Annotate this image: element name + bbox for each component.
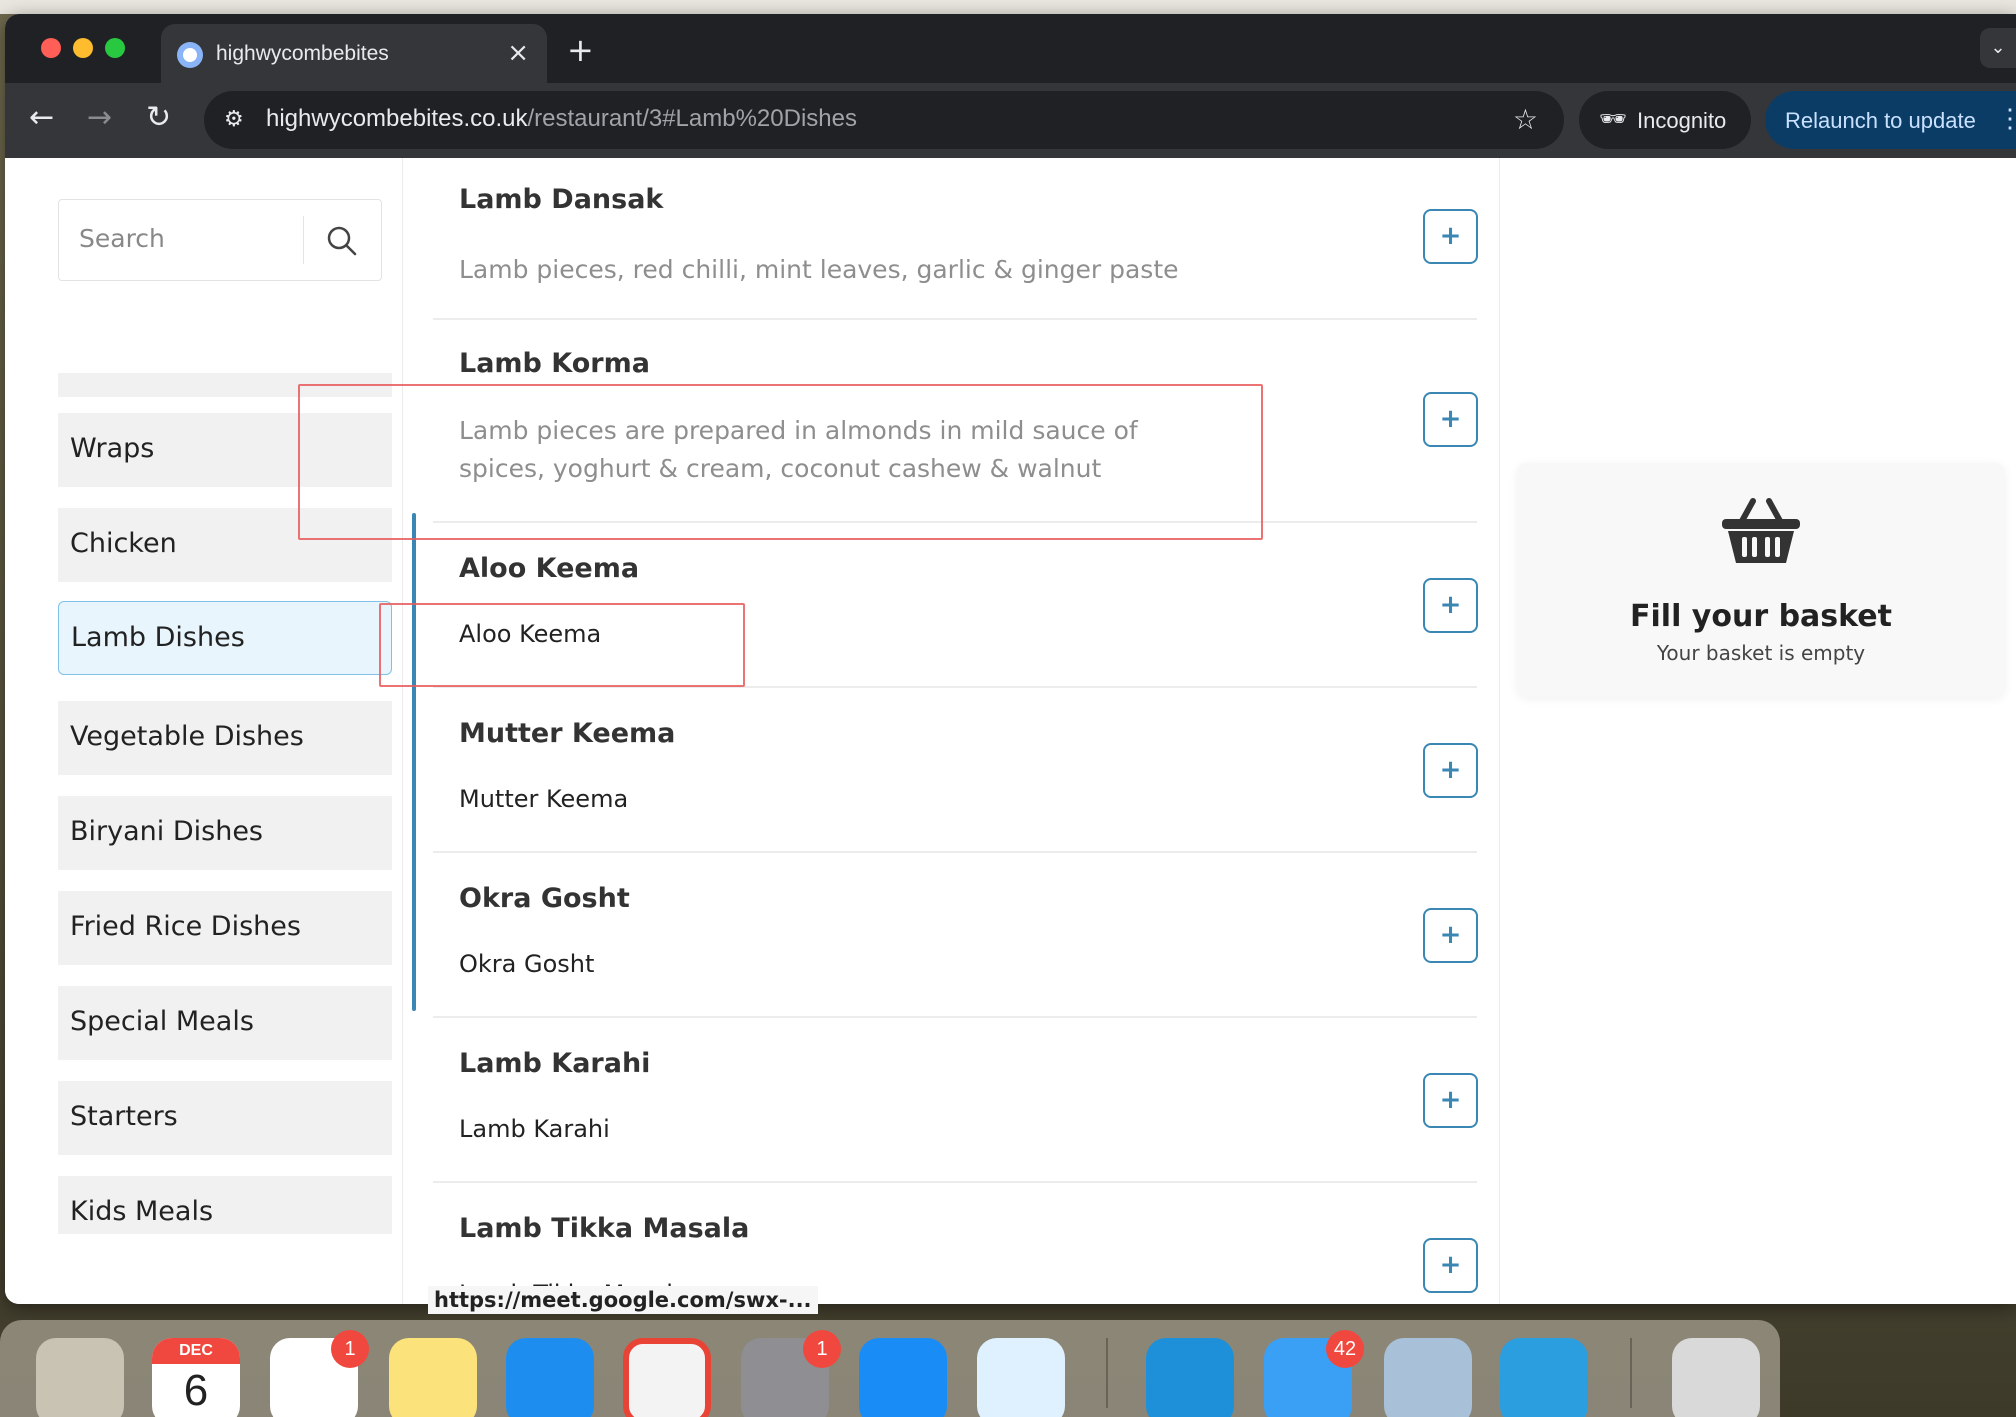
basket-title: Fill your basket <box>1630 599 1892 634</box>
calendar-day: 6 <box>183 1366 209 1415</box>
browser-window: highwycombebites × + ⌄ ← → ↻ ⚙ highwycom… <box>5 14 2016 1304</box>
category-scrollbar[interactable] <box>412 513 416 1011</box>
new-tab-button[interactable]: + <box>567 34 594 66</box>
category-item-biryani-dishes[interactable]: Biryani Dishes <box>58 796 392 870</box>
calendar-month: DEC <box>152 1338 240 1364</box>
preview-icon[interactable] <box>1384 1338 1472 1417</box>
basket-subtitle: Your basket is empty <box>1656 641 1866 665</box>
kebab-menu-icon[interactable]: ⋮ <box>1997 103 2016 134</box>
category-item-vegetable-dishes[interactable]: Vegetable Dishes <box>58 701 392 775</box>
url-text[interactable]: highwycombebites.co.uk/restaurant/3#Lamb… <box>266 105 857 133</box>
category-label: Special Meals <box>70 1006 254 1037</box>
relaunch-label: Relaunch to update <box>1785 108 1976 133</box>
add-to-basket-button[interactable]: + <box>1423 908 1478 963</box>
forward-arrow-icon[interactable]: → <box>87 103 112 133</box>
category-label: Wraps <box>70 433 155 464</box>
url-path: /restaurant/3#Lamb%20Dishes <box>527 105 857 132</box>
minimize-window-button[interactable] <box>73 38 93 58</box>
site-settings-icon[interactable]: ⚙ <box>224 107 244 132</box>
mail-badge: 42 <box>1326 1330 1364 1368</box>
edge-icon[interactable] <box>1500 1338 1588 1417</box>
tab-close-button[interactable]: × <box>507 38 529 68</box>
menu-item-description: Okra Gosht <box>459 950 595 978</box>
close-window-button[interactable] <box>41 38 61 58</box>
category-item-starters[interactable]: Starters <box>58 1081 392 1155</box>
add-to-basket-button[interactable]: + <box>1423 578 1478 633</box>
browser-toolbar: ← → ↻ ⚙ highwycombebites.co.uk/restauran… <box>5 83 2016 158</box>
category-item-fried-rice-dishes[interactable]: Fried Rice Dishes <box>58 891 392 965</box>
menu-item: Mutter Keema Mutter Keema + <box>433 688 1478 853</box>
relaunch-to-update-button[interactable]: Relaunch to update ⋮ <box>1765 91 2016 149</box>
category-label: Vegetable Dishes <box>70 721 304 752</box>
search-divider <box>303 216 304 264</box>
tab-bar: highwycombebites × + ⌄ <box>5 14 2016 83</box>
search-icon[interactable] <box>325 224 359 258</box>
category-label: Biryani Dishes <box>70 816 263 847</box>
add-to-basket-button[interactable]: + <box>1423 1238 1478 1293</box>
menu-item-name: Mutter Keema <box>459 718 676 749</box>
browser-tab[interactable]: highwycombebites × <box>161 24 547 83</box>
tab-title: highwycombebites <box>216 42 389 65</box>
url-host: highwycombebites.co.uk <box>266 105 528 132</box>
menu-item-name: Okra Gosht <box>459 883 630 914</box>
category-item-kids-meals[interactable]: Kids Meals <box>58 1176 392 1234</box>
safari-icon[interactable] <box>506 1338 594 1417</box>
search-box <box>58 199 382 281</box>
category-label: Chicken <box>70 528 177 559</box>
column-divider <box>1499 158 1500 1304</box>
incognito-indicator[interactable]: 🕶 Incognito <box>1579 91 1751 149</box>
site-favicon-icon <box>177 42 203 68</box>
calendar-icon[interactable]: DEC 6 <box>152 1338 240 1417</box>
react-devtools-icon[interactable] <box>977 1338 1065 1417</box>
menu-item-description: Lamb pieces, red chilli, mint leaves, ga… <box>459 255 1179 284</box>
settings-badge: 1 <box>803 1330 841 1368</box>
trash-icon[interactable] <box>1672 1338 1760 1417</box>
basket-icon <box>1722 498 1800 563</box>
reload-icon[interactable]: ↻ <box>146 103 171 133</box>
app-store-icon[interactable] <box>859 1338 947 1417</box>
annotation-box <box>379 603 745 687</box>
column-divider <box>402 158 403 1304</box>
menu-item-description: Lamb Karahi <box>459 1115 610 1143</box>
category-label: Kids Meals <box>70 1196 214 1227</box>
add-to-basket-button[interactable]: + <box>1423 392 1478 447</box>
category-label: Lamb Dishes <box>71 622 245 653</box>
bookmark-star-icon[interactable]: ☆ <box>1513 103 1538 136</box>
category-item-special-meals[interactable]: Special Meals <box>58 986 392 1060</box>
menu-item: Lamb Dansak Lamb pieces, red chilli, min… <box>433 158 1478 320</box>
chrome-icon[interactable] <box>623 1338 711 1417</box>
menu-item-description: Mutter Keema <box>459 785 629 813</box>
incognito-label: Incognito <box>1637 108 1727 133</box>
annotation-box <box>298 384 1263 540</box>
category-label: Fried Rice Dishes <box>70 911 301 942</box>
status-bar-url: https://meet.google.com/swx-... <box>428 1286 818 1314</box>
dock-separator <box>1630 1338 1632 1408</box>
menu-item: Okra Gosht Okra Gosht + <box>433 853 1478 1018</box>
category-label: Starters <box>70 1101 178 1132</box>
menu-item-name: Lamb Dansak <box>459 184 664 215</box>
launchpad-icon[interactable] <box>36 1338 124 1417</box>
address-bar[interactable]: ⚙ highwycombebites.co.uk/restaurant/3#La… <box>204 91 1564 149</box>
add-to-basket-button[interactable]: + <box>1423 209 1478 264</box>
dock-separator <box>1106 1338 1108 1408</box>
incognito-icon: 🕶 <box>1599 106 1627 131</box>
skype-icon[interactable] <box>1146 1338 1234 1417</box>
reminders-badge: 1 <box>331 1330 369 1368</box>
tab-search-chevron-icon[interactable]: ⌄ <box>1980 28 2016 68</box>
notes-icon[interactable] <box>389 1338 477 1417</box>
add-to-basket-button[interactable]: + <box>1423 743 1478 798</box>
restaurant-page: Wraps Chicken Lamb Dishes Vegetable Dish… <box>5 158 2016 1304</box>
menu-item-name: Aloo Keema <box>459 553 640 584</box>
menu-item: Lamb Karahi Lamb Karahi + <box>433 1018 1478 1183</box>
menu-bar <box>0 0 2016 14</box>
category-item-lamb-dishes[interactable]: Lamb Dishes <box>58 601 392 675</box>
menu-item-name: Lamb Karahi <box>459 1048 651 1079</box>
back-arrow-icon[interactable]: ← <box>29 103 54 133</box>
search-input[interactable] <box>79 224 279 253</box>
add-to-basket-button[interactable]: + <box>1423 1073 1478 1128</box>
zoom-window-button[interactable] <box>105 38 125 58</box>
menu-item-name: Lamb Tikka Masala <box>459 1213 750 1244</box>
basket-panel: Fill your basket Your basket is empty <box>1517 463 2005 697</box>
menu-item-name: Lamb Korma <box>459 348 650 379</box>
